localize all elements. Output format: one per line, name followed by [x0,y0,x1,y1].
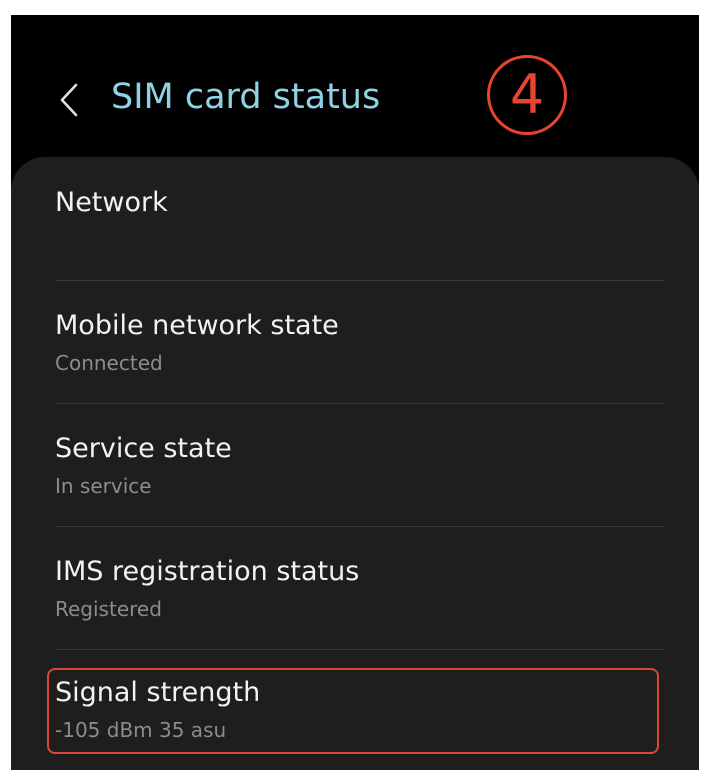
list-item-network[interactable]: Network [11,157,699,281]
list-item-title: Signal strength [55,677,261,708]
phone-screen: SIM card status 4 Network Mobile network… [11,15,699,770]
list-item-subtitle: Connected [55,351,163,375]
page-title: SIM card status [111,77,381,117]
back-button[interactable] [49,75,89,125]
list-item-service-state[interactable]: Service state In service [11,404,699,527]
chevron-left-icon [60,83,78,117]
app-header: SIM card status 4 [11,15,699,155]
list-item-subtitle: -105 dBm 35 asu [55,718,227,742]
list-item-title: Network [55,187,168,218]
step-number-badge: 4 [487,55,567,135]
settings-card: Network Mobile network state Connected S… [11,157,699,770]
list-item-signal-strength[interactable]: Signal strength -105 dBm 35 asu [11,650,699,770]
list-item-ims-registration-status[interactable]: IMS registration status Registered [11,527,699,650]
list-item-title: Mobile network state [55,310,339,341]
list-item-subtitle: Registered [55,597,162,621]
list-item-mobile-network-state[interactable]: Mobile network state Connected [11,281,699,404]
list-item-title: IMS registration status [55,556,360,587]
list-item-title: Service state [55,433,232,464]
list-item-subtitle: In service [55,474,152,498]
